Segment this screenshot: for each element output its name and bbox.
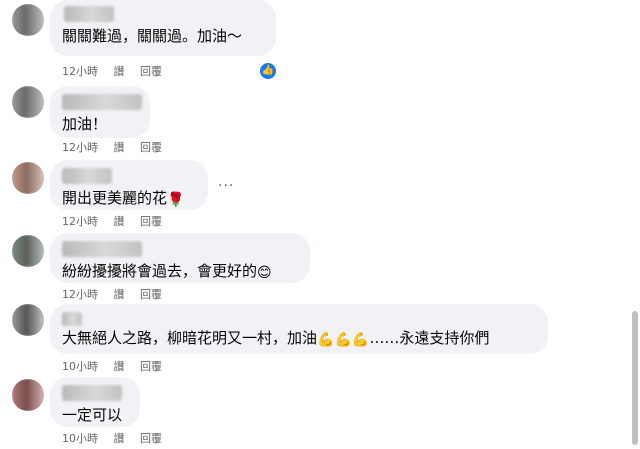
reply-link[interactable]: 回覆 [140, 432, 162, 445]
rose-emoji-icon: 🌹 [167, 192, 185, 208]
comment-text-continued: ……永遠支持你們 [369, 329, 490, 347]
like-link[interactable]: 讚 [114, 360, 125, 373]
comment-text-line: 紛紛擾擾將會過去，會更好的😊 [62, 261, 298, 283]
commenter-name-blurred[interactable] [62, 312, 82, 326]
smile-emoji-icon: 😊 [257, 265, 272, 281]
comment-timestamp[interactable]: 10小時 [62, 360, 98, 373]
avatar[interactable] [12, 86, 44, 118]
like-link[interactable]: 讚 [114, 432, 125, 445]
comment-bubble: 開出更美麗的花🌹 [50, 160, 208, 210]
comment-meta: 12小時 讚 回覆 [62, 141, 174, 155]
comment-text: 關關難過，關關過。加油～ [62, 27, 243, 45]
flexed-biceps-emoji-icon: 💪💪💪 [317, 332, 370, 348]
like-link[interactable]: 讚 [114, 65, 125, 78]
scrollbar-thumb[interactable] [632, 311, 638, 445]
comment-meta: 10小時 讚 回覆 [62, 432, 174, 446]
commenter-name-blurred[interactable] [62, 94, 142, 110]
comment-timestamp[interactable]: 12小時 [62, 215, 98, 228]
comment-meta: 12小時 讚 回覆 [62, 215, 174, 229]
comment-bubble: 加油！ [50, 86, 150, 138]
like-reaction-icon[interactable]: 👍 [258, 61, 278, 81]
commenter-name-blurred[interactable] [64, 6, 114, 22]
commenter-name-blurred[interactable] [62, 241, 142, 257]
commenter-name-blurred[interactable] [62, 168, 112, 184]
comment-bubble: 關關難過，關關過。加油～ [50, 0, 276, 56]
avatar[interactable] [12, 162, 44, 194]
comment-meta: 12小時 讚 回覆 [62, 288, 174, 302]
comment-text-line: 開出更美麗的花🌹 [62, 188, 196, 210]
comment-text: 紛紛擾擾將會過去，會更好的 [62, 262, 258, 280]
comment-bubble: 一定可以 [50, 377, 140, 427]
comment-meta: 12小時 讚 回覆 [62, 65, 174, 79]
avatar[interactable] [12, 304, 44, 336]
comment-timestamp[interactable]: 12小時 [62, 141, 98, 154]
avatar[interactable] [12, 379, 44, 411]
comment-text: 開出更美麗的花 [62, 189, 168, 207]
comment-timestamp[interactable]: 12小時 [62, 288, 98, 301]
scrollbar[interactable] [630, 0, 640, 449]
reply-link[interactable]: 回覆 [140, 360, 162, 373]
reply-link[interactable]: 回覆 [140, 141, 162, 154]
comment-text: 大無絕人之路，柳暗花明又一村，加油 [62, 329, 318, 347]
comment-bubble: 紛紛擾擾將會過去，會更好的😊 [50, 233, 310, 283]
comment-timestamp[interactable]: 12小時 [62, 65, 98, 78]
reply-link[interactable]: 回覆 [140, 288, 162, 301]
comment-text: 一定可以 [62, 406, 123, 424]
like-link[interactable]: 讚 [114, 141, 125, 154]
comment-text: 加油！ [62, 115, 108, 133]
comment-bubble: 大無絕人之路，柳暗花明又一村，加油💪💪💪……永遠支持你們 [50, 304, 548, 354]
avatar[interactable] [12, 4, 44, 36]
like-link[interactable]: 讚 [114, 215, 125, 228]
commenter-name-blurred[interactable] [62, 385, 122, 401]
comment-text-line: 大無絕人之路，柳暗花明又一村，加油💪💪💪……永遠支持你們 [62, 328, 536, 350]
comment-timestamp[interactable]: 10小時 [62, 432, 98, 445]
like-link[interactable]: 讚 [114, 288, 125, 301]
reply-link[interactable]: 回覆 [140, 215, 162, 228]
reply-link[interactable]: 回覆 [140, 65, 162, 78]
avatar[interactable] [12, 235, 44, 267]
more-options-icon[interactable]: ··· [218, 178, 234, 194]
comment-meta: 10小時 讚 回覆 [62, 360, 174, 374]
